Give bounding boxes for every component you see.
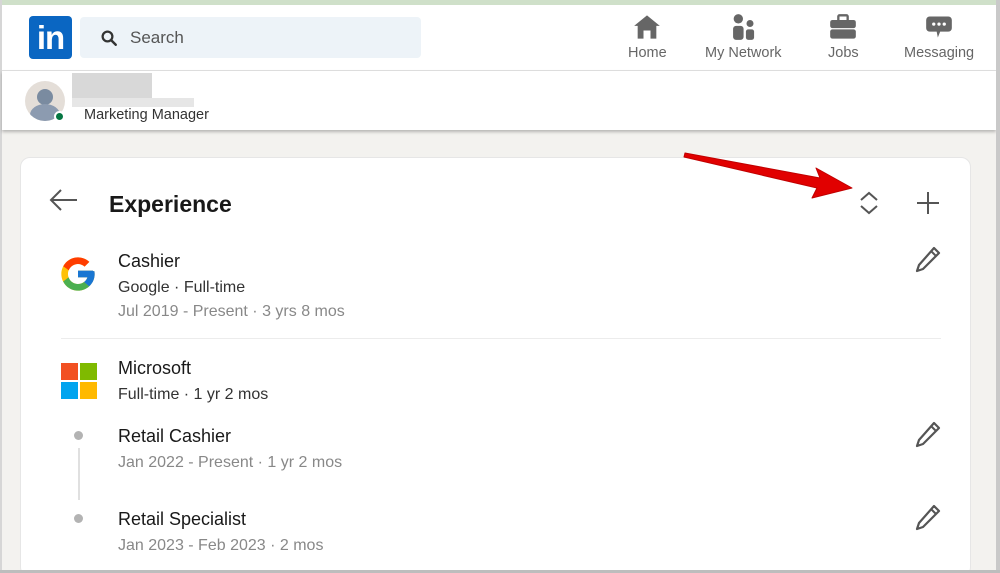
online-status-indicator bbox=[54, 111, 65, 122]
experience-card: Experience Cashier Google · Full-time Ju… bbox=[20, 157, 971, 573]
linkedin-logo[interactable]: in bbox=[29, 16, 72, 59]
nav-item-home[interactable]: Home bbox=[628, 13, 667, 61]
position-title[interactable]: Retail Specialist bbox=[118, 509, 246, 530]
nav-item-my-network[interactable]: My Network bbox=[705, 13, 782, 61]
microsoft-logo[interactable] bbox=[61, 363, 97, 399]
google-logo[interactable] bbox=[58, 254, 98, 294]
briefcase-icon bbox=[830, 14, 857, 39]
company-employment-type: Google · Full-time bbox=[118, 279, 246, 296]
position-dates: Jul 2019 - Present · 3 yrs 8 mos bbox=[118, 303, 345, 320]
network-icon bbox=[733, 14, 755, 40]
company-name[interactable]: Microsoft bbox=[118, 358, 191, 379]
nav-label: Home bbox=[628, 45, 667, 61]
position-dates: Jan 2023 - Feb 2023 · 2 mos bbox=[118, 537, 324, 554]
timeline-dot bbox=[74, 431, 83, 440]
nav-item-jobs[interactable]: Jobs bbox=[828, 13, 859, 61]
timeline-dot bbox=[74, 514, 83, 523]
edit-pencil-icon[interactable] bbox=[912, 420, 942, 450]
profile-strip: Marketing Manager bbox=[2, 71, 996, 130]
nav-label: Jobs bbox=[828, 45, 859, 61]
edit-pencil-icon[interactable] bbox=[912, 503, 942, 533]
search-input[interactable] bbox=[130, 27, 410, 48]
redacted-name-underline bbox=[72, 98, 194, 107]
top-nav: in Home My Network Jobs Messaging bbox=[2, 5, 998, 71]
edit-pencil-icon[interactable] bbox=[912, 245, 942, 275]
timeline-line bbox=[78, 448, 80, 500]
company-summary: Full-time · 1 yr 2 mos bbox=[118, 386, 269, 403]
home-icon bbox=[634, 15, 661, 39]
position-dates: Jan 2022 - Present · 1 yr 2 mos bbox=[118, 454, 343, 471]
position-title[interactable]: Cashier bbox=[118, 251, 180, 272]
nav-item-messaging[interactable]: Messaging bbox=[904, 13, 974, 61]
messaging-icon bbox=[926, 16, 952, 38]
section-title: Experience bbox=[109, 191, 232, 217]
profile-headline: Marketing Manager bbox=[84, 107, 209, 123]
nav-label: My Network bbox=[705, 45, 782, 61]
window-right-border bbox=[996, 0, 1000, 573]
search-box[interactable] bbox=[80, 17, 421, 58]
reorder-icon[interactable] bbox=[854, 188, 884, 218]
add-icon[interactable] bbox=[913, 188, 943, 218]
nav-label: Messaging bbox=[904, 45, 975, 61]
entry-divider bbox=[61, 338, 941, 339]
back-arrow-icon[interactable] bbox=[49, 188, 79, 212]
position-title[interactable]: Retail Cashier bbox=[118, 426, 231, 447]
search-icon bbox=[101, 30, 117, 46]
redacted-name bbox=[72, 73, 152, 98]
